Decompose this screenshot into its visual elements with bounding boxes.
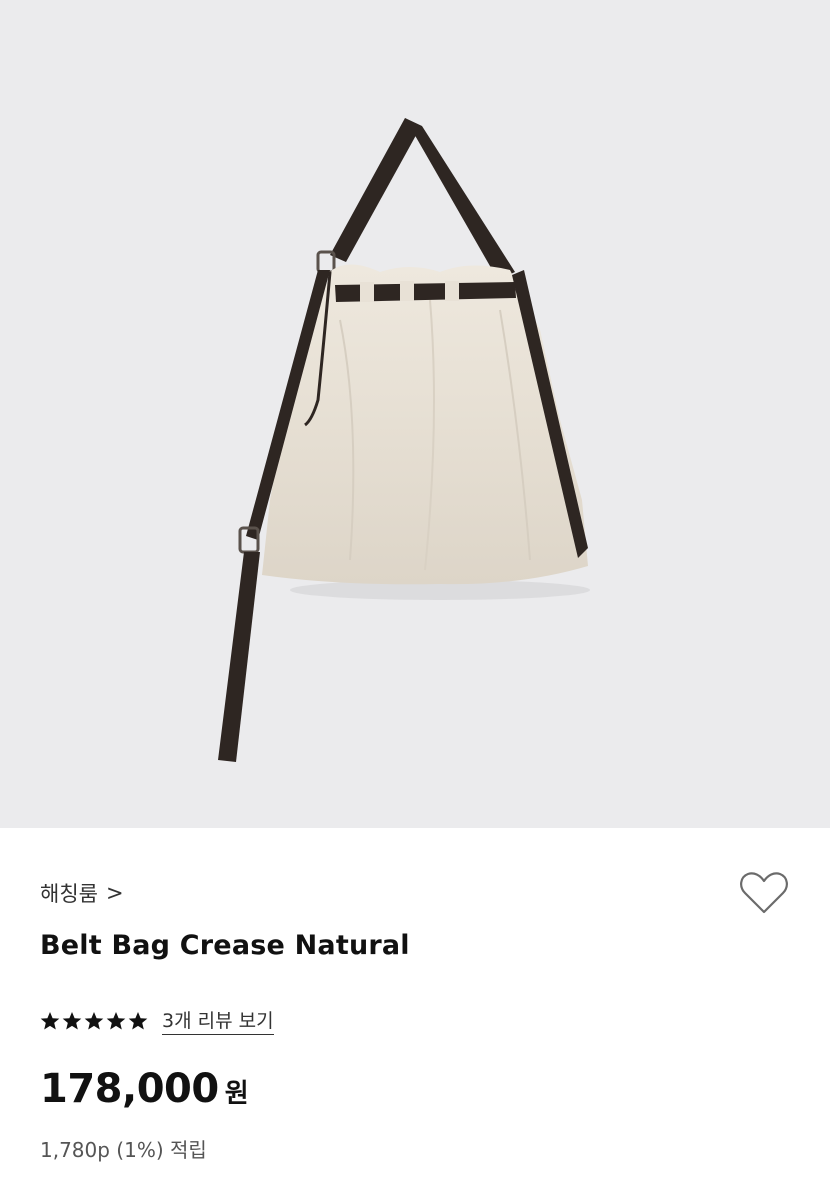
price: 178,000 원 bbox=[40, 1066, 249, 1112]
brand-name: 해칭룸 bbox=[40, 882, 98, 906]
star-icon bbox=[106, 1011, 126, 1029]
review-link[interactable]: 3개 리뷰 보기 bbox=[162, 1006, 274, 1035]
product-image[interactable] bbox=[0, 0, 830, 828]
strap-left-upper bbox=[330, 118, 420, 262]
bag-illustration bbox=[218, 118, 590, 762]
rating-row: 3개 리뷰 보기 bbox=[40, 1006, 274, 1035]
product-title: Belt Bag Crease Natural bbox=[40, 930, 410, 961]
chevron-right-icon: > bbox=[105, 880, 124, 905]
belt-loop-1 bbox=[360, 282, 374, 302]
strap-right-upper bbox=[405, 118, 515, 280]
reward-points: 1,780p (1%) 적립 bbox=[40, 1138, 207, 1162]
belt-loop-2 bbox=[400, 281, 414, 301]
strap-tail bbox=[218, 552, 260, 762]
star-rating bbox=[40, 1011, 148, 1031]
star-icon bbox=[62, 1011, 82, 1029]
star-icon bbox=[40, 1011, 60, 1029]
price-unit: 원 bbox=[224, 1079, 249, 1109]
belt-loop-3 bbox=[445, 281, 459, 301]
product-info: 해칭룸 > Belt Bag Crease Natural 3개 리뷰 보기 1… bbox=[0, 828, 830, 1200]
heart-icon bbox=[740, 872, 788, 914]
wishlist-button[interactable] bbox=[738, 868, 790, 916]
star-icon bbox=[128, 1011, 148, 1029]
product-detail-page: 해칭룸 > Belt Bag Crease Natural 3개 리뷰 보기 1… bbox=[0, 0, 830, 1200]
brand-link[interactable]: 해칭룸 > bbox=[40, 878, 124, 908]
price-value: 178,000 bbox=[40, 1066, 219, 1112]
star-icon bbox=[84, 1011, 104, 1029]
